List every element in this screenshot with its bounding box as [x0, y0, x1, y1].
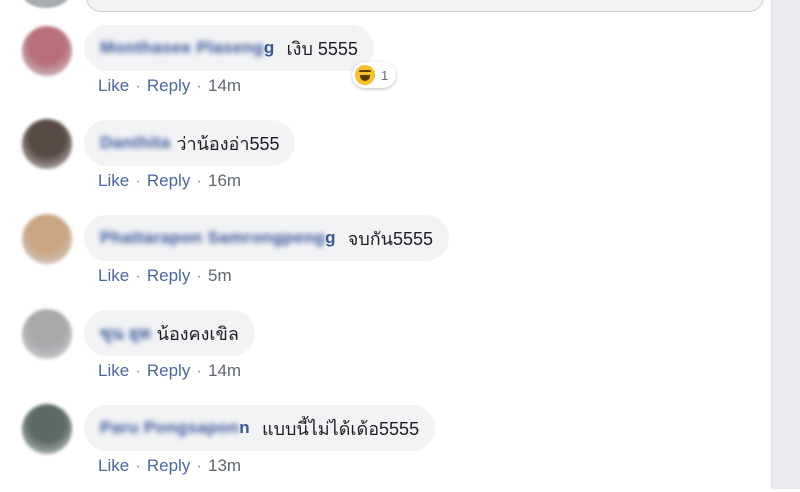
comment-author[interactable]: Paru Pongsapon: [100, 418, 239, 438]
like-link[interactable]: Like: [98, 361, 129, 381]
separator-dot: ·: [196, 361, 202, 380]
avatar[interactable]: [22, 119, 72, 169]
comment-item: Phattarapon Samrongpeng g จบกัน5555 Like…: [0, 212, 760, 302]
separator-dot: ·: [135, 361, 141, 380]
comment-bubble: ขุน ยุท น้องคงเขิล: [84, 310, 255, 356]
comment-bubble: Paru Pongsapon n แบบนี้ไม่ได้เด้อ5555: [84, 405, 436, 451]
reaction-count: 1: [381, 67, 389, 83]
separator-dot: ·: [196, 76, 202, 95]
reaction-summary[interactable]: 1: [352, 62, 397, 88]
comment-actions: Like · Reply · 13m: [98, 456, 241, 476]
like-link[interactable]: Like: [98, 266, 129, 286]
comment-text: จบกัน5555: [347, 228, 433, 249]
comment-actions: Like · Reply · 5m: [98, 266, 232, 286]
comment-text: ว่าน้องอ่า555: [176, 133, 280, 154]
comment-bubble: Monthasee Plaseng g เงิบ 5555: [84, 25, 374, 71]
comment-actions: Like · Reply · 14m: [98, 361, 241, 381]
comment-input[interactable]: [86, 0, 764, 12]
reply-link[interactable]: Reply: [147, 361, 190, 381]
separator-dot: ·: [196, 171, 202, 190]
comment-item: Danthita ว่าน้องอ่า555 Like · Reply · 16…: [0, 117, 760, 207]
like-link[interactable]: Like: [98, 171, 129, 191]
comment-item: Monthasee Plaseng g เงิบ 5555 1 Like · R…: [0, 22, 760, 112]
comment-author-tail[interactable]: g: [325, 228, 336, 248]
reply-link[interactable]: Reply: [147, 171, 190, 191]
comment-timestamp[interactable]: 14m: [208, 76, 241, 96]
reply-link[interactable]: Reply: [147, 456, 190, 476]
comment-author[interactable]: Phattarapon Samrongpeng: [100, 228, 325, 248]
comment-actions: Like · Reply · 16m: [98, 171, 241, 191]
comment-text: เงิบ 5555: [286, 38, 358, 59]
comment-text: แบบนี้ไม่ได้เด้อ5555: [261, 418, 420, 439]
comment-author-tail[interactable]: n: [239, 418, 250, 438]
separator-dot: ·: [135, 171, 141, 190]
reply-link[interactable]: Reply: [147, 76, 190, 96]
like-link[interactable]: Like: [98, 456, 129, 476]
separator-dot: ·: [135, 456, 141, 475]
comment-bubble: Danthita ว่าน้องอ่า555: [84, 120, 296, 166]
comment-author[interactable]: ขุน ยุท: [100, 320, 151, 347]
comment-timestamp[interactable]: 16m: [208, 171, 241, 191]
comment-item: Paru Pongsapon n แบบนี้ไม่ได้เด้อ5555 Li…: [0, 402, 760, 492]
avatar[interactable]: [22, 0, 70, 8]
comment-bubble: Phattarapon Samrongpeng g จบกัน5555: [84, 215, 449, 261]
avatar[interactable]: [22, 309, 72, 359]
reply-link[interactable]: Reply: [147, 266, 190, 286]
comment-author[interactable]: Danthita: [100, 133, 170, 153]
like-link[interactable]: Like: [98, 76, 129, 96]
separator-dot: ·: [196, 456, 202, 475]
separator-dot: ·: [135, 76, 141, 95]
haha-icon: [355, 65, 375, 85]
comment-author[interactable]: Monthasee Plaseng: [100, 38, 264, 58]
avatar[interactable]: [22, 26, 72, 76]
separator-dot: ·: [196, 266, 202, 285]
separator-dot: ·: [135, 266, 141, 285]
comment-item: ขุน ยุท น้องคงเขิล Like · Reply · 14m: [0, 307, 760, 397]
comment-timestamp[interactable]: 14m: [208, 361, 241, 381]
comment-actions: Like · Reply · 14m: [98, 76, 241, 96]
comment-text: น้องคงเขิล: [156, 323, 239, 344]
comment-timestamp[interactable]: 5m: [208, 266, 232, 286]
page-side-background: [771, 0, 800, 489]
avatar[interactable]: [22, 404, 72, 454]
avatar[interactable]: [22, 214, 72, 264]
comment-author-tail[interactable]: g: [264, 38, 275, 58]
comment-timestamp[interactable]: 13m: [208, 456, 241, 476]
